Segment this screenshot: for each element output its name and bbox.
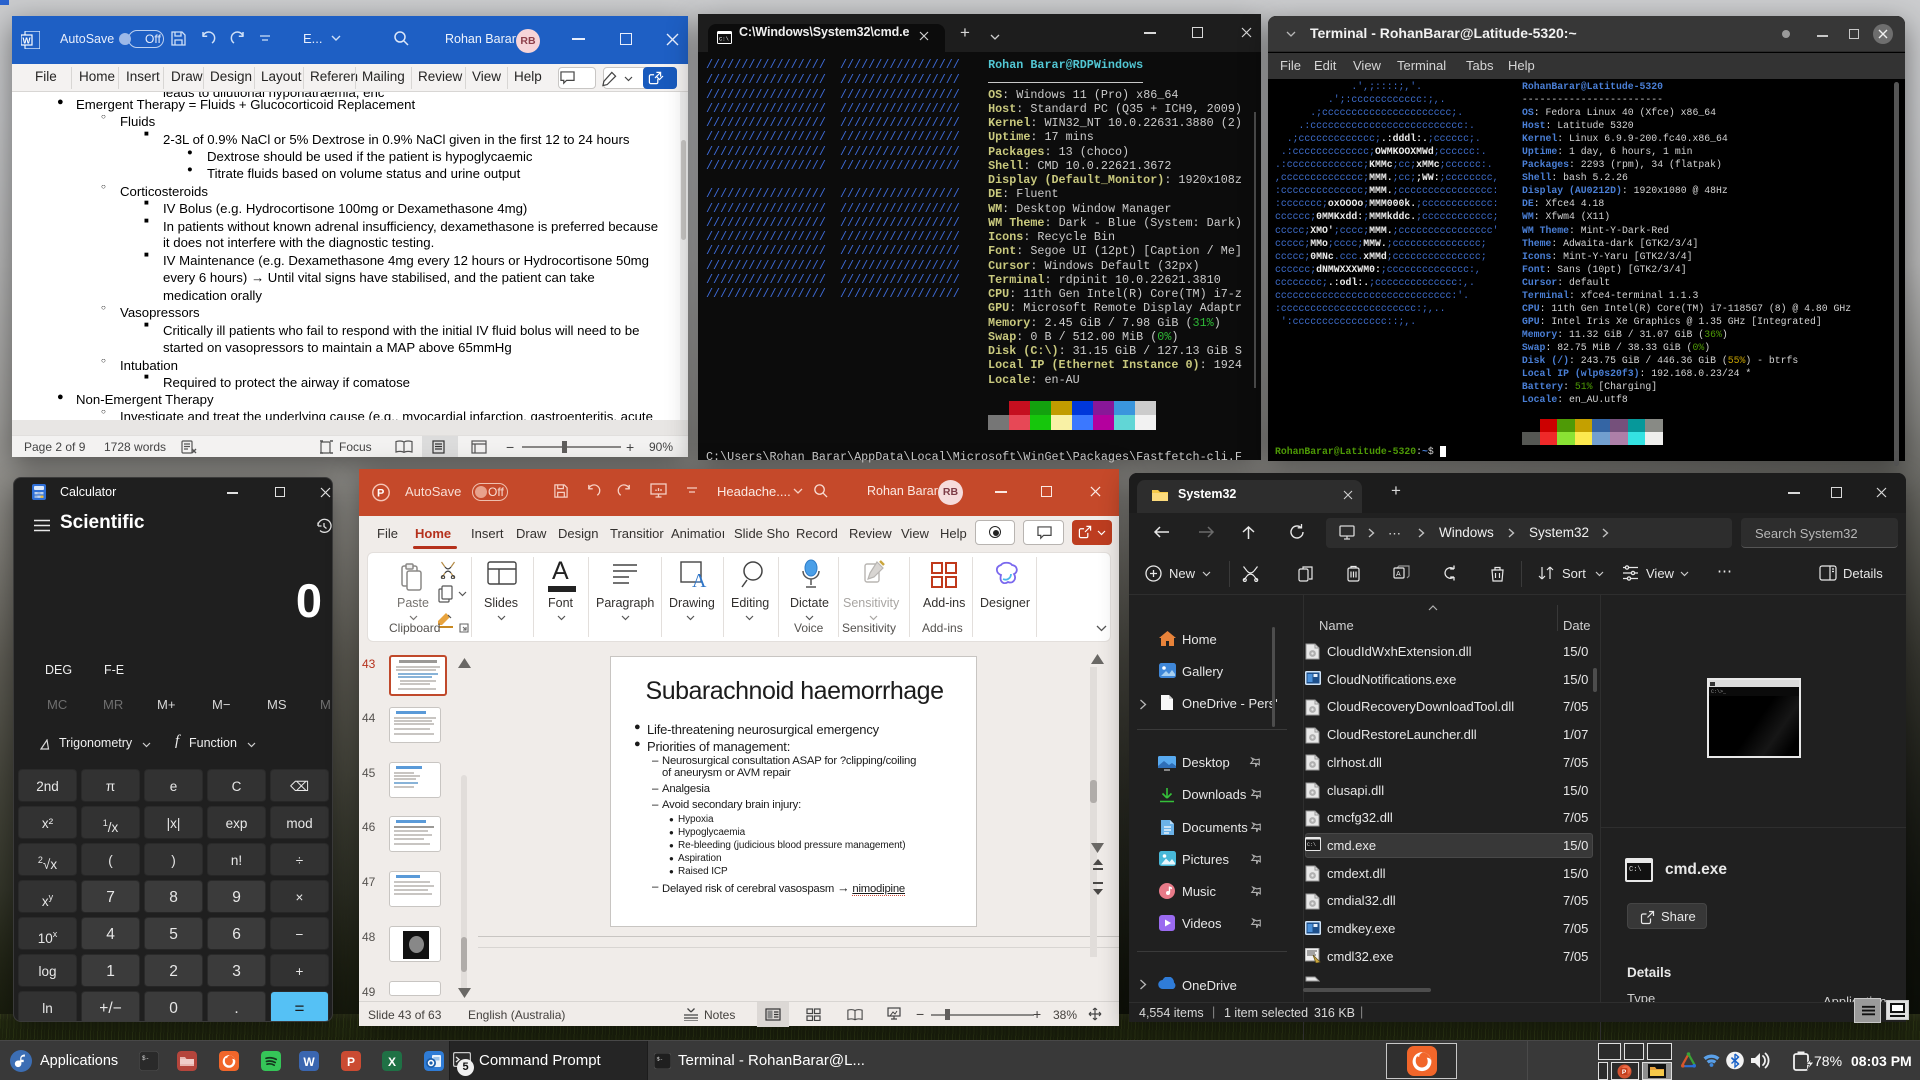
svg-text:A: A <box>692 570 707 589</box>
svg-text:C:\: C:\ <box>719 36 729 43</box>
svg-text:W: W <box>303 1055 315 1069</box>
svg-text:C:\: C:\ <box>1629 866 1642 874</box>
svg-text:W: W <box>22 36 31 46</box>
svg-text:C:\: C:\ <box>1307 842 1316 848</box>
svg-text:P: P <box>347 1055 355 1069</box>
svg-text:$-: $- <box>657 1056 664 1063</box>
svg-text:$-: $- <box>142 1055 149 1062</box>
svg-text:X: X <box>388 1055 396 1069</box>
svg-text:A: A <box>1396 571 1401 578</box>
svg-text:P: P <box>1622 1069 1627 1076</box>
svg-text:P: P <box>377 488 384 500</box>
